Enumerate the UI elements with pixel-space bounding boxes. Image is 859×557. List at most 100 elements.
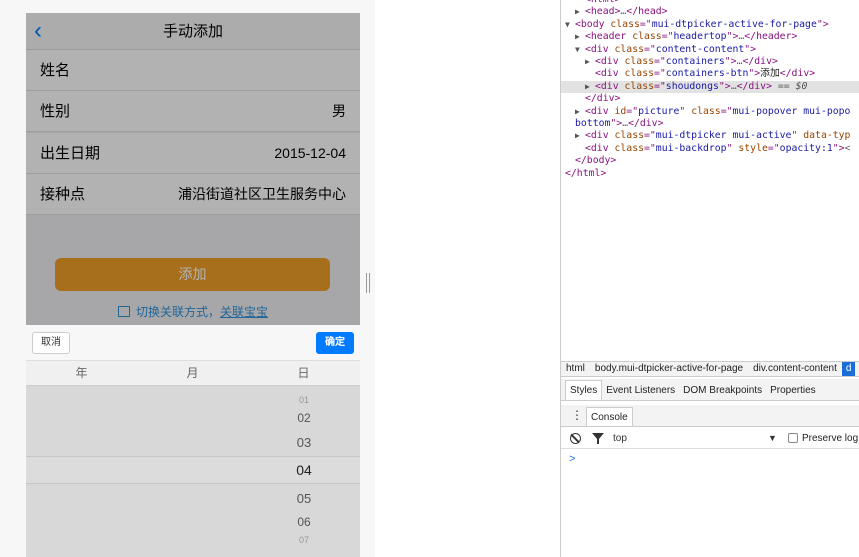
breadcrumb-item[interactable]: body.mui-dtpicker-active-for-page (590, 362, 748, 376)
dom-token: <div (585, 105, 615, 117)
dom-token: </div> (742, 56, 778, 67)
chevron-down-icon[interactable]: ▼ (768, 428, 777, 449)
dom-token: </body> (575, 155, 617, 167)
dom-token: bottom (575, 118, 611, 129)
dom-node[interactable]: </html> (561, 168, 859, 180)
collapsed-triangle-icon[interactable]: ▶ (585, 56, 590, 68)
collapsed-triangle-icon[interactable]: ▶ (575, 130, 580, 142)
filter-icon[interactable] (592, 433, 604, 444)
dom-node[interactable]: ▶ <head>…</head> (561, 6, 859, 18)
dom-token: <head> (585, 6, 621, 18)
dom-token: =" (644, 43, 656, 55)
day-option[interactable]: 01 (248, 394, 360, 407)
dom-token: "> (748, 68, 761, 80)
dom-token: 添加 (760, 68, 780, 80)
dom-token: data-typ (803, 130, 851, 142)
dom-token: "> (610, 118, 623, 129)
collapsed-triangle-icon[interactable]: ▶ (575, 6, 580, 18)
breadcrumb-item[interactable]: div.content-content (748, 362, 842, 376)
dom-node[interactable]: ▼ <div class="content-content"> (561, 44, 859, 56)
dom-token: " (679, 105, 692, 117)
dom-token: =" (654, 80, 666, 92)
dom-token: "> (816, 18, 829, 30)
dom-token: </div> (628, 118, 664, 129)
context-select[interactable]: top (613, 428, 627, 449)
console-toolbar: top ▼ Preserve log (561, 428, 859, 449)
dom-node[interactable]: ▶ <div id="picture" class="mui-popover mu… (561, 106, 859, 118)
dom-token: </header> (744, 31, 798, 43)
day-option[interactable]: 03 (248, 434, 360, 451)
styles-tabbar: Styles Event Listeners DOM Breakpoints Prop… (561, 379, 859, 401)
breadcrumb-current[interactable]: d (841, 362, 856, 376)
expanded-triangle-icon[interactable]: ▼ (565, 19, 570, 31)
dom-token: picture (638, 105, 680, 117)
dom-token: <div (585, 130, 615, 142)
dom-token: class (632, 31, 662, 43)
tab-console[interactable]: Console (586, 407, 633, 426)
dom-node-selected[interactable]: ▶ <div class="shoudongs">…</div> == $0 (561, 80, 859, 94)
dom-token: <div (595, 56, 625, 67)
clear-console-icon[interactable] (570, 433, 581, 444)
mobile-screen: ‹ 手动添加 姓名 性别 男 出生日期 2015-12-04 接种点 浦沿街道社… (26, 13, 360, 557)
dom-token: =" (720, 105, 733, 117)
dom-token: content-content (655, 43, 745, 55)
preserve-log-checkbox[interactable] (788, 433, 798, 443)
tab-properties[interactable]: Properties (766, 380, 820, 401)
elements-tree[interactable]: <html>▶<head>…</head>▼<body class="mui-d… (561, 0, 859, 360)
breadcrumb-item[interactable]: html (561, 362, 590, 376)
dom-token: mui-dtpicker-active-for-page (651, 18, 817, 30)
day-header: 日 (297, 366, 310, 380)
dom-token: style (738, 142, 768, 154)
drawer-tabbar: ⋮ Console (561, 405, 859, 427)
dom-token: "> (724, 56, 737, 67)
cancel-button[interactable]: 取消 (32, 332, 70, 354)
dom-token: =" (654, 68, 666, 80)
preserve-log-label[interactable]: Preserve log (802, 428, 858, 449)
dom-token: class (624, 80, 655, 92)
collapsed-triangle-icon[interactable]: ▶ (575, 106, 580, 118)
dom-token: <html> (585, 0, 620, 5)
dom-node[interactable]: <div class="containers-btn">添加</div> (561, 68, 859, 80)
confirm-button[interactable]: 确定 (316, 332, 354, 354)
day-option[interactable]: 07 (248, 534, 360, 547)
resize-handle[interactable] (366, 273, 370, 293)
dom-node[interactable]: ▼ <body class="mui-dtpicker-active-for-pa… (561, 19, 859, 31)
tab-event-listeners[interactable]: Event Listeners (602, 380, 679, 401)
expanded-triangle-icon[interactable]: ▼ (575, 44, 580, 56)
dom-token: </div> (585, 93, 621, 105)
dom-node[interactable]: ▶ <header class="headertop">…</header> (561, 31, 859, 43)
picker-wheels[interactable]: 01 02 03 04 05 06 07 (26, 386, 360, 557)
day-option[interactable]: 02 (248, 410, 360, 426)
day-option[interactable]: 04 (248, 461, 360, 479)
dom-token: =" (767, 142, 780, 154)
dom-token: <header (585, 31, 633, 43)
dom-token: class (614, 142, 645, 154)
device-viewport: ‹ 手动添加 姓名 性别 男 出生日期 2015-12-04 接种点 浦沿街道社… (0, 0, 375, 557)
dom-token: id (614, 105, 627, 117)
kebab-menu-icon[interactable]: ⋮ (571, 408, 583, 422)
dom-node[interactable]: ▶ <div class="containers">…</div> (561, 56, 859, 68)
dom-token: "> (726, 31, 739, 43)
dom-token: < (844, 142, 851, 154)
collapsed-triangle-icon[interactable]: ▶ (575, 31, 580, 43)
dom-node[interactable]: </div> (561, 93, 859, 105)
dom-node[interactable]: </body> (561, 155, 859, 167)
dom-token: =" (644, 130, 656, 142)
day-option[interactable]: 06 (248, 514, 360, 530)
devtools-panel: <html>▶<head>…</head>▼<body class="mui-d… (560, 0, 859, 557)
collapsed-triangle-icon[interactable]: ▶ (585, 81, 590, 93)
day-option[interactable]: 05 (248, 490, 360, 507)
tab-dom-breakpoints[interactable]: DOM Breakpoints (679, 380, 766, 401)
month-header: 月 (186, 366, 199, 380)
console-prompt[interactable]: > (569, 453, 575, 465)
dom-token: </div> (779, 68, 816, 80)
dom-token: class (610, 18, 640, 30)
dom-token: containers (665, 56, 725, 67)
dom-token: =" (644, 142, 656, 154)
tab-styles[interactable]: Styles (565, 380, 603, 400)
dom-node[interactable]: bottom">…</div> (561, 118, 859, 130)
breadcrumb: html body.mui-dtpicker-active-for-page div… (561, 361, 859, 377)
dom-token: containers-btn (665, 68, 749, 80)
dom-node[interactable]: <div class="mui-backdrop" style="opacity… (561, 143, 859, 155)
dom-node[interactable]: ▶ <div class="mui-dtpicker mui-active" da… (561, 130, 859, 142)
